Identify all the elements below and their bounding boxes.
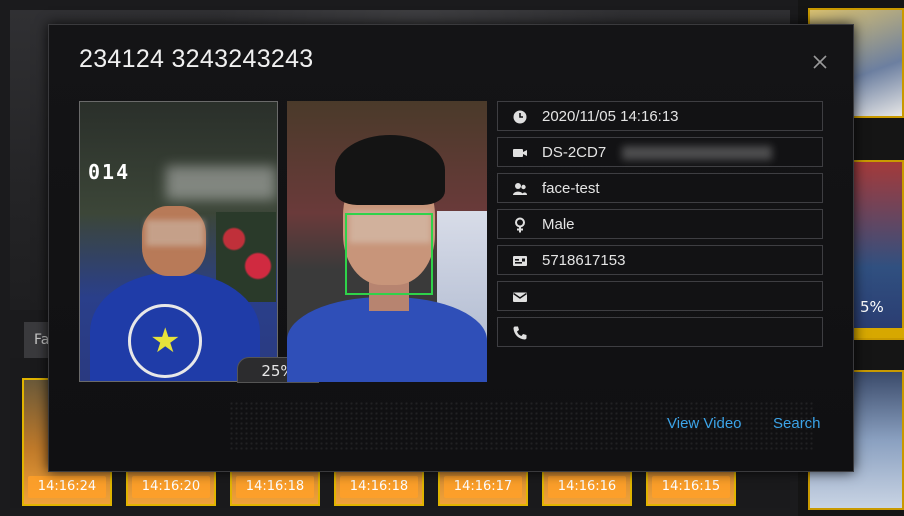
view-video-link[interactable]: View Video — [667, 415, 742, 432]
library-face-image — [287, 101, 487, 382]
snapshot-overlay-text: 014 — [88, 160, 131, 184]
detail-gender: Male — [497, 209, 823, 239]
users-icon — [513, 183, 527, 195]
thumbnail-time: 14:16:18 — [236, 476, 314, 498]
detail-id: 5718617153 — [497, 245, 823, 275]
search-link[interactable]: Search — [773, 415, 821, 432]
gender-icon — [515, 217, 525, 233]
detail-camera-value: DS-2CD7 — [542, 144, 607, 161]
detail-email — [497, 281, 823, 311]
camera-icon — [513, 149, 527, 157]
detail-time-value: 2020/11/05 14:16:13 — [542, 108, 679, 125]
face-match-dialog: 234124 3243243243 014 ★ 25% 2020/11/05 1… — [48, 24, 854, 472]
thumbnail-time: 14:16:18 — [340, 476, 418, 498]
blurred-face — [146, 220, 204, 246]
details-panel: 2020/11/05 14:16:13 DS-2CD7 face-test Ma… — [497, 101, 823, 353]
face-detection-box — [345, 213, 433, 295]
detail-phone — [497, 317, 823, 347]
detail-time: 2020/11/05 14:16:13 — [497, 101, 823, 131]
star-icon: ★ — [150, 321, 181, 361]
captured-snapshot: 014 ★ — [79, 101, 278, 382]
envelope-icon — [513, 292, 527, 302]
close-icon — [813, 55, 827, 69]
match-percent: 5% — [860, 298, 884, 316]
thumbnail-time: 14:16:24 — [28, 476, 106, 498]
detail-group: face-test — [497, 173, 823, 203]
detail-camera: DS-2CD7 — [497, 137, 823, 167]
id-card-icon — [513, 256, 527, 266]
clock-icon — [513, 110, 527, 124]
phone-icon — [513, 326, 527, 340]
dialog-title: 234124 3243243243 — [79, 45, 314, 73]
thumbnail-time: 14:16:15 — [652, 476, 730, 498]
thumbnail-time: 14:16:16 — [548, 476, 626, 498]
detail-group-value: face-test — [542, 180, 600, 197]
detail-id-value: 5718617153 — [542, 252, 626, 269]
detail-gender-value: Male — [542, 216, 575, 233]
blurred-camera-suffix — [622, 146, 772, 160]
close-button[interactable] — [811, 53, 829, 71]
blurred-region — [166, 166, 276, 200]
face-hair — [335, 135, 445, 205]
thumbnail-time: 14:16:20 — [132, 476, 210, 498]
thumbnail-time: 14:16:17 — [444, 476, 522, 498]
